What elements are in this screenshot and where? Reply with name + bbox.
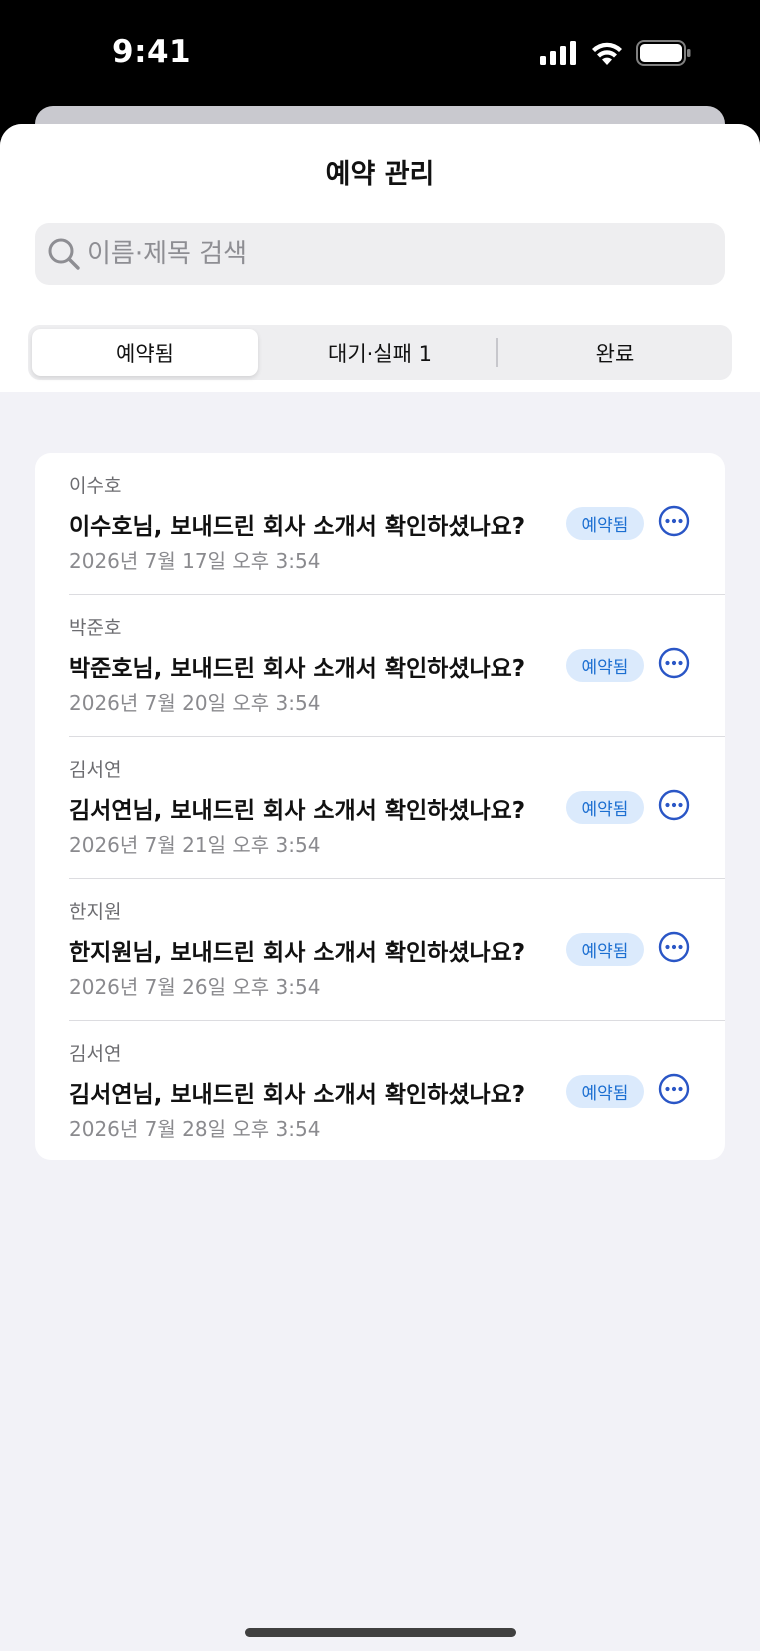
message-title: 이수호님, 보내드린 회사 소개서 확인하셨나요?	[69, 514, 526, 540]
status-time: 9:41	[112, 34, 192, 70]
message-title: 박준호님, 보내드린 회사 소개서 확인하셨나요?	[69, 656, 526, 682]
ellipsis-circle-icon[interactable]	[658, 1073, 690, 1105]
tab-scheduled[interactable]: 예약됨	[32, 329, 258, 376]
message-title: 김서연님, 보내드린 회사 소개서 확인하셨나요?	[69, 1082, 526, 1108]
message-title: 김서연님, 보내드린 회사 소개서 확인하셨나요?	[69, 798, 526, 824]
search-input[interactable]	[87, 233, 707, 275]
tab-completed[interactable]: 완료	[502, 329, 728, 376]
recipient-name: 한지원	[69, 901, 122, 923]
tab-pending-failed[interactable]: 대기·실패 1	[267, 329, 493, 376]
ellipsis-circle-icon[interactable]	[658, 789, 690, 821]
recipient-name: 박준호	[69, 617, 122, 639]
reservation-list: 이수호 이수호님, 보내드린 회사 소개서 확인하셨나요? 2026년 7월 1…	[35, 453, 725, 1160]
status-badge: 예약됨	[566, 649, 644, 682]
recipient-name: 이수호	[69, 475, 122, 497]
home-indicator[interactable]	[245, 1628, 516, 1637]
status-badge: 예약됨	[566, 507, 644, 540]
battery-icon	[636, 40, 691, 66]
scheduled-date: 2026년 7월 21일 오후 3:54	[69, 833, 321, 857]
scheduled-date: 2026년 7월 20일 오후 3:54	[69, 691, 321, 715]
status-icons	[540, 40, 692, 66]
ellipsis-circle-icon[interactable]	[658, 505, 690, 537]
status-badge: 예약됨	[566, 1075, 644, 1108]
scheduled-date: 2026년 7월 28일 오후 3:54	[69, 1117, 321, 1141]
reservation-sheet: 예약 관리 예약됨 대기·실패 1 완료 이수호 이수호님, 보내드린 회사 소…	[0, 124, 760, 1651]
recipient-name: 김서연	[69, 1043, 122, 1065]
status-badge: 예약됨	[566, 933, 644, 966]
sheet-header: 예약 관리 예약됨 대기·실패 1 완료	[0, 124, 760, 392]
status-segmented-control: 예약됨 대기·실패 1 완료	[28, 325, 732, 380]
wifi-icon	[592, 42, 622, 65]
message-title: 한지원님, 보내드린 회사 소개서 확인하셨나요?	[69, 940, 526, 966]
ellipsis-circle-icon[interactable]	[658, 647, 690, 679]
scheduled-date: 2026년 7월 26일 오후 3:54	[69, 975, 321, 999]
page-title: 예약 관리	[325, 159, 435, 190]
recipient-name: 김서연	[69, 759, 122, 781]
cellular-signal-icon	[540, 41, 576, 65]
list-item[interactable]: 이수호 이수호님, 보내드린 회사 소개서 확인하셨나요? 2026년 7월 1…	[35, 453, 725, 595]
list-item[interactable]: 한지원 한지원님, 보내드린 회사 소개서 확인하셨나요? 2026년 7월 2…	[35, 879, 725, 1021]
list-item[interactable]: 박준호 박준호님, 보내드린 회사 소개서 확인하셨나요? 2026년 7월 2…	[35, 595, 725, 737]
segment-divider	[496, 338, 498, 367]
status-bar: 9:41	[0, 0, 760, 110]
ellipsis-circle-icon[interactable]	[658, 931, 690, 963]
list-item[interactable]: 김서연 김서연님, 보내드린 회사 소개서 확인하셨나요? 2026년 7월 2…	[35, 737, 725, 879]
scheduled-date: 2026년 7월 17일 오후 3:54	[69, 549, 321, 573]
list-item[interactable]: 김서연 김서연님, 보내드린 회사 소개서 확인하셨나요? 2026년 7월 2…	[35, 1021, 725, 1160]
search-bar[interactable]	[35, 223, 725, 285]
status-badge: 예약됨	[566, 791, 644, 824]
search-icon	[48, 238, 80, 270]
